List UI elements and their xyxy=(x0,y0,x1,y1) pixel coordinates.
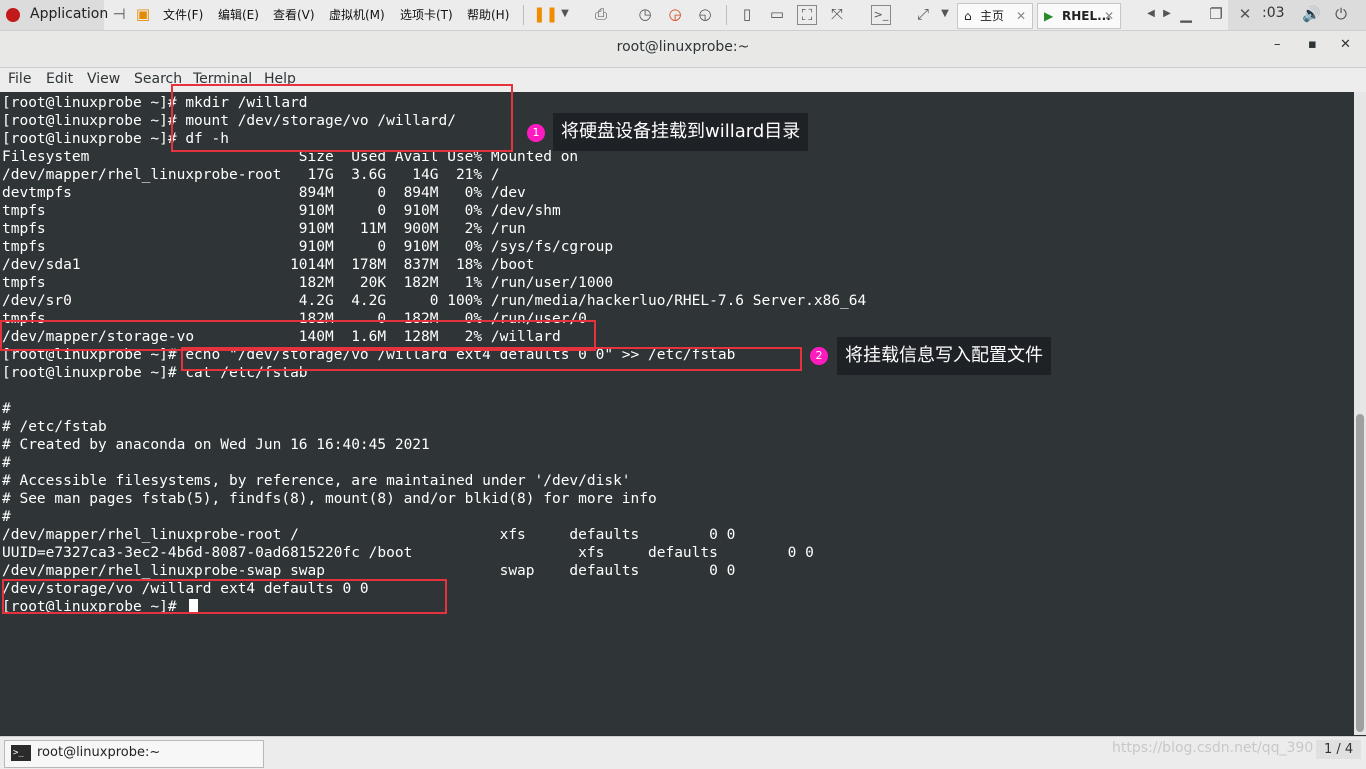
minimize-icon[interactable]: ▁ xyxy=(1177,5,1195,23)
menu-vm[interactable]: 虚拟机(M) xyxy=(329,6,385,23)
clock: :03 xyxy=(1262,5,1285,21)
terminal-line: tmpfs 182M 20K 182M 1% /run/user/1000 xyxy=(2,275,614,291)
terminal-line: tmpfs 910M 11M 900M 2% /run xyxy=(2,221,526,237)
terminal-line: # Created by anaconda on Wed Jun 16 16:4… xyxy=(2,437,430,453)
scrollbar-thumb[interactable] xyxy=(1356,414,1364,732)
callout-2: 将挂载信息写入配置文件 xyxy=(837,337,1051,375)
vm-logo-icon: ▣ xyxy=(135,5,151,23)
pause-icon[interactable]: ❚❚ xyxy=(533,5,558,23)
toolbar-divider xyxy=(726,5,727,25)
gnome-status-area: ✕ :03 🔊 ⏻ xyxy=(1228,0,1366,30)
close-icon[interactable]: ✕ xyxy=(1104,4,1114,28)
taskbar-item-label: root@linuxprobe:~ xyxy=(37,745,161,760)
toolbar-divider xyxy=(523,5,524,25)
terminal-line: # Accessible filesystems, by reference, … xyxy=(2,473,631,489)
menu-file[interactable]: 文件(F) xyxy=(163,6,203,23)
gnome-activities-bar: Application xyxy=(0,0,108,30)
highlight-box-echo xyxy=(181,347,802,371)
terminal-line: # See man pages fstab(5), findfs(8), mou… xyxy=(2,491,657,507)
window-maximize-button[interactable]: ▪ xyxy=(1308,37,1317,52)
terminal-menu-view[interactable]: View xyxy=(87,71,120,87)
terminal-line: UUID=e7327ca3-3ec2-4b6d-8087-0ad6815220f… xyxy=(2,545,814,561)
tab-rhel[interactable]: ▶ RHEL... ✕ xyxy=(1037,3,1121,29)
close-window-icon[interactable]: ✕ xyxy=(1236,5,1254,23)
console-icon[interactable]: >_ xyxy=(871,5,891,25)
snapshot-icon[interactable]: ◷ xyxy=(636,5,654,23)
terminal-line: # /etc/fstab xyxy=(2,419,107,435)
vm-host-toolbar: Application ⊣ ▣ 文件(F) 编辑(E) 查看(V) 虚拟机(M)… xyxy=(0,0,1366,31)
terminal-output[interactable]: [root@linuxprobe ~]# mkdir /willard [roo… xyxy=(0,92,1354,735)
terminal-line: # xyxy=(2,455,11,471)
menu-edit[interactable]: 编辑(E) xyxy=(218,6,259,23)
tab-home-label: 主页 xyxy=(980,9,1005,23)
snapshot-manager-icon[interactable]: ◵ xyxy=(696,5,714,23)
terminal-line: tmpfs 910M 0 910M 0% /dev/shm xyxy=(2,203,561,219)
step-badge-1: 1 xyxy=(527,124,545,142)
close-icon[interactable]: ✕ xyxy=(1016,4,1026,28)
terminal-line: /dev/mapper/rhel_linuxprobe-root / xfs d… xyxy=(2,527,736,543)
watermark: https://blog.csdn.net/qq_390 xyxy=(1112,740,1314,756)
pin-icon[interactable]: ⊣ xyxy=(110,5,128,23)
dropdown-icon[interactable]: ▼ xyxy=(556,5,574,23)
terminal-menu-edit[interactable]: Edit xyxy=(46,71,73,87)
applications-menu[interactable]: Application xyxy=(30,6,108,22)
vm-running-icon: ▶ xyxy=(1044,9,1054,23)
send-keys-icon[interactable]: ⎙ xyxy=(592,5,610,23)
terminal-menu-file[interactable]: File xyxy=(8,71,31,87)
tab-next-icon[interactable]: ▶ xyxy=(1158,5,1176,23)
window-minimize-button[interactable]: – xyxy=(1274,37,1281,52)
callout-1: 将硬盘设备挂载到willard目录 xyxy=(553,113,809,151)
unity-icon[interactable]: ⤧ xyxy=(828,5,846,23)
menu-tabs[interactable]: 选项卡(T) xyxy=(400,6,453,23)
volume-icon[interactable]: 🔊 xyxy=(1302,5,1321,23)
thumbnail-icon[interactable]: ▭ xyxy=(768,5,786,23)
terminal-line: tmpfs 910M 0 910M 0% /sys/fs/cgroup xyxy=(2,239,614,255)
tab-home[interactable]: ⌂ 主页 ✕ xyxy=(957,3,1033,29)
window-close-button[interactable]: ✕ xyxy=(1340,37,1351,52)
step-badge-2: 2 xyxy=(810,347,828,365)
terminal-line: # xyxy=(2,509,11,525)
stretch-icon[interactable]: ⤢ xyxy=(914,5,932,23)
restore-icon[interactable]: ❐ xyxy=(1207,5,1225,23)
sidebar-icon[interactable]: ▯ xyxy=(738,5,756,23)
window-title: root@linuxprobe:~ xyxy=(616,39,750,55)
terminal-line: /dev/sr0 4.2G 4.2G 0 100% /run/media/hac… xyxy=(2,293,867,309)
terminal-line: /dev/mapper/rhel_linuxprobe-root 17G 3.6… xyxy=(2,167,500,183)
redhat-logo-icon xyxy=(6,8,20,22)
terminal-titlebar: root@linuxprobe:~ – ▪ ✕ xyxy=(0,31,1366,68)
stretch-dropdown-icon[interactable]: ▼ xyxy=(936,5,954,23)
terminal-line: /dev/sda1 1014M 178M 837M 18% /boot xyxy=(2,257,535,273)
terminal-line: devtmpfs 894M 0 894M 0% /dev xyxy=(2,185,526,201)
highlight-box-mount xyxy=(171,84,513,152)
menu-help[interactable]: 帮助(H) xyxy=(467,6,509,23)
home-icon: ⌂ xyxy=(964,9,972,23)
menu-view[interactable]: 查看(V) xyxy=(273,6,315,23)
terminal-icon: >_ xyxy=(11,745,31,761)
power-icon[interactable]: ⏻ xyxy=(1332,5,1350,23)
terminal-line: # xyxy=(2,401,11,417)
terminal-scrollbar[interactable] xyxy=(1354,92,1366,735)
revert-snapshot-icon[interactable]: ◶ xyxy=(666,5,684,23)
workspace-pager[interactable]: 1 / 4 xyxy=(1316,740,1362,759)
terminal-line: /dev/mapper/rhel_linuxprobe-swap swap sw… xyxy=(2,563,736,579)
fullscreen-icon[interactable]: ⛶ xyxy=(797,5,817,25)
taskbar-terminal-item[interactable]: >_ root@linuxprobe:~ xyxy=(4,740,264,768)
highlight-box-fstab-entry xyxy=(2,579,447,614)
